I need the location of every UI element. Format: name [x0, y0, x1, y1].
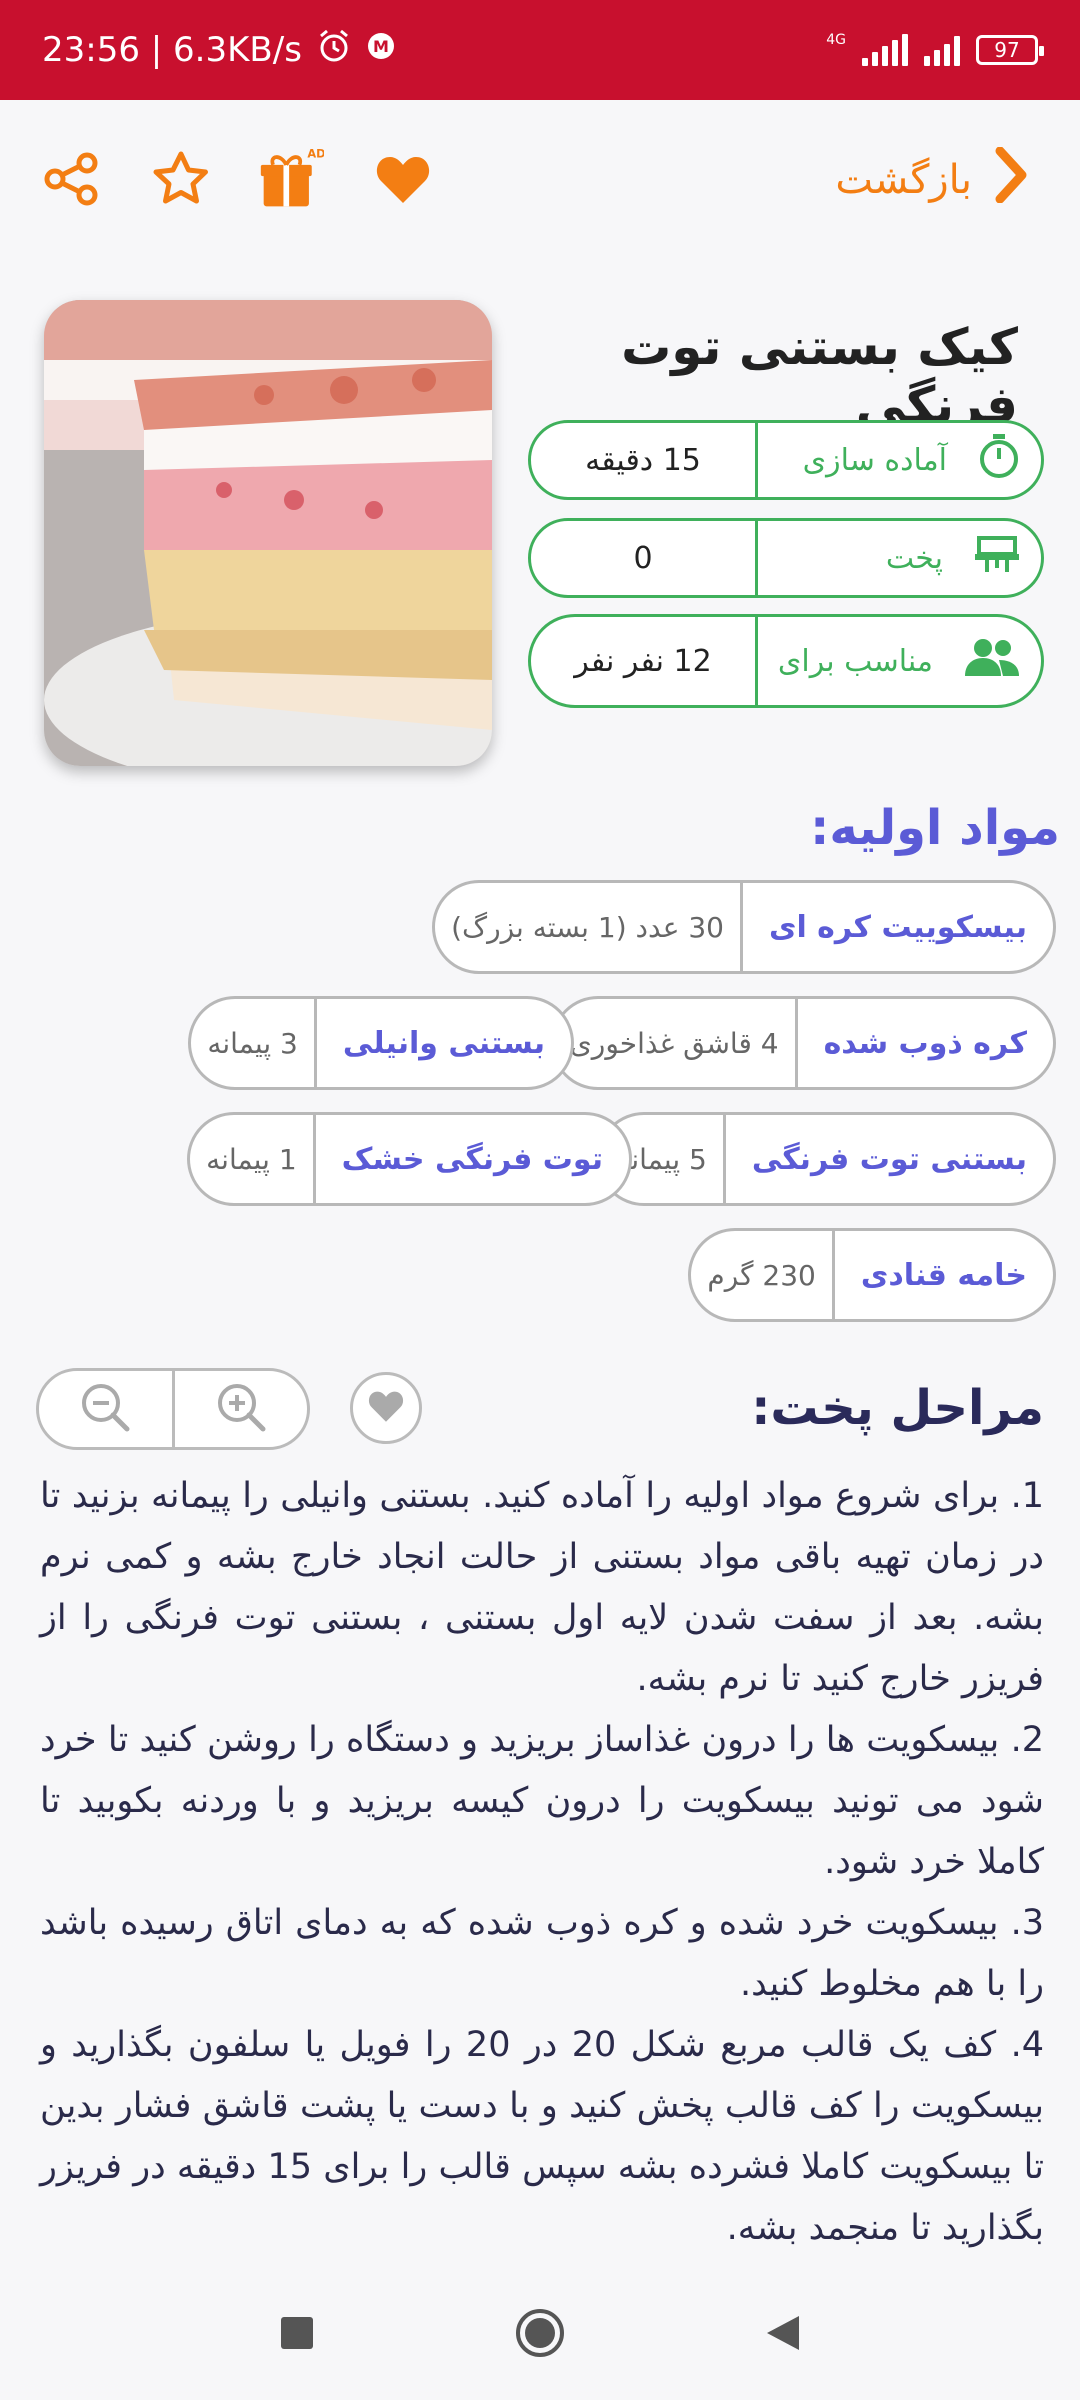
battery-icon: 97	[976, 35, 1044, 65]
ingredient-chip: بستنی توت فرنگی 5 پیمانه	[597, 1112, 1056, 1206]
ingredient-chip: بستنی وانیلی 3 پیمانه	[188, 996, 574, 1090]
battery-level: 97	[994, 38, 1020, 62]
ingredient-name: توت فرنگی خشک	[312, 1115, 629, 1203]
steps-title: مراحل پخت:	[751, 1380, 1044, 1436]
home-button[interactable]	[514, 2307, 566, 2363]
signal-icon	[862, 34, 908, 66]
back-nav-button[interactable]	[765, 2314, 801, 2356]
status-bar: 23:56 | 6.3KB/s M 4G 97	[0, 0, 1080, 100]
zoom-in-button[interactable]	[175, 1371, 308, 1447]
ingredients-title: مواد اولیه:	[810, 800, 1060, 856]
share-icon[interactable]	[38, 146, 104, 212]
step-item: 2. بیسکویت ها را درون غذاساز بریزید و دس…	[40, 1720, 1044, 1882]
info-value: 15 دقیقه	[585, 442, 701, 478]
recents-button[interactable]	[279, 2315, 315, 2355]
ingredient-chip: توت فرنگی خشک 1 پیمانه	[187, 1112, 632, 1206]
star-icon[interactable]	[148, 146, 214, 212]
recipe-title: کیک بستنی توت فرنگی	[621, 318, 1018, 434]
stove-icon	[973, 532, 1021, 584]
info-label: مناسب برای	[777, 643, 933, 679]
zoom-out-button[interactable]	[39, 1371, 175, 1447]
steps-text: 1. برای شروع مواد اولیه را آماده کنید. ب…	[40, 1466, 1044, 2259]
chevron-right-icon	[994, 146, 1028, 213]
gift-ad-icon[interactable]: AD	[258, 146, 324, 212]
ad-badge: AD	[307, 147, 324, 160]
step-item: 1. برای شروع مواد اولیه را آماده کنید. ب…	[40, 1476, 1044, 1699]
system-nav-bar	[0, 2270, 1080, 2400]
ingredient-amount: 3 پیمانه	[207, 1026, 298, 1060]
stopwatch-icon	[977, 432, 1021, 488]
ingredient-chip: بیسکوییت کره ای 30 عدد (1 بسته بزرگ)	[432, 880, 1056, 974]
ingredient-chip: کره ذوب شده 4 قاشق غذاخوری	[550, 996, 1056, 1090]
info-row-servings: مناسب برای 12 نفر نفر	[528, 614, 1044, 708]
step-item: 3. بیسکویت خرد شده و کره ذوب شده که به د…	[40, 1903, 1044, 2004]
back-label: بازگشت	[835, 157, 972, 203]
heart-icon	[367, 1389, 405, 1427]
zoom-controls	[36, 1368, 310, 1450]
people-icon	[963, 636, 1021, 686]
ingredient-amount: 4 قاشق غذاخوری	[569, 1026, 779, 1060]
ingredient-name: بستنی توت فرنگی	[722, 1115, 1053, 1203]
ingredient-amount: 1 پیمانه	[206, 1142, 297, 1176]
info-label: آماده سازی	[802, 442, 947, 478]
info-value: 12 نفر نفر	[574, 643, 712, 679]
ingredient-name: کره ذوب شده	[794, 999, 1053, 1087]
zoom-out-icon	[79, 1381, 131, 1437]
info-row-cook: پخت 0	[528, 518, 1044, 598]
alarm-icon	[316, 28, 352, 73]
ingredient-name: خامه قنادی	[831, 1231, 1053, 1319]
step-item: 4. کف یک قالب مربع شکل 20 در 20 را فویل …	[40, 2025, 1044, 2248]
info-row-prep: آماده سازی 15 دقیقه	[528, 420, 1044, 500]
status-time: 23:56 | 6.3KB/s	[42, 30, 302, 70]
heart-icon[interactable]	[370, 146, 436, 212]
ingredient-chip: خامه قنادی 230 گرم	[688, 1228, 1056, 1322]
zoom-in-icon	[215, 1381, 267, 1437]
app-notification-icon: M	[366, 30, 396, 70]
svg-text:M: M	[373, 37, 389, 56]
favorite-step-button[interactable]	[350, 1372, 422, 1444]
info-value: 0	[633, 540, 653, 576]
ingredient-name: بیسکوییت کره ای	[739, 883, 1053, 971]
recipe-image	[44, 300, 492, 766]
network-type: 4G	[826, 32, 846, 48]
ingredient-name: بستنی وانیلی	[313, 999, 571, 1087]
signal-icon-2	[924, 34, 960, 66]
info-label: پخت	[885, 540, 943, 576]
back-button[interactable]: بازگشت	[835, 140, 1028, 220]
ingredient-amount: 230 گرم	[707, 1258, 816, 1292]
ingredient-amount: 30 عدد (1 بسته بزرگ)	[451, 910, 724, 944]
